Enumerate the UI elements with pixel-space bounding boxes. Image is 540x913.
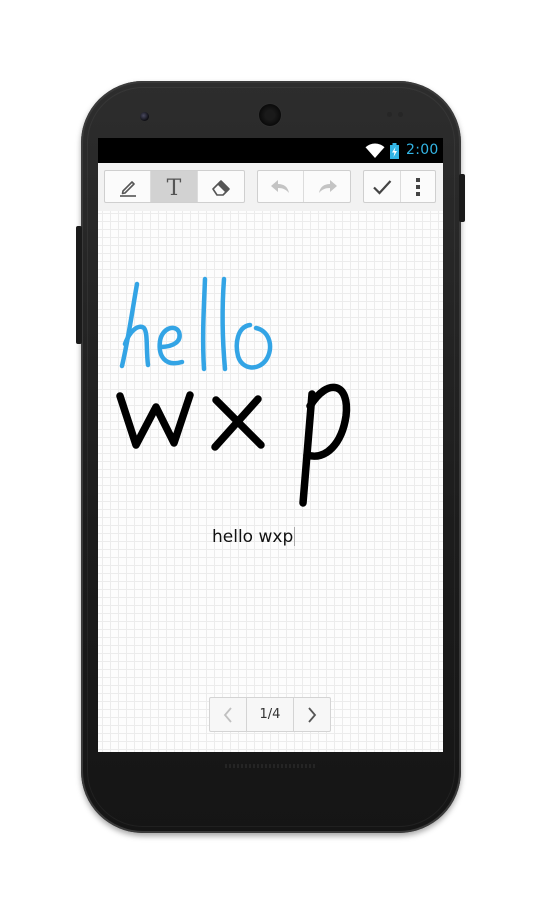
text-icon: T	[167, 176, 182, 199]
chevron-left-icon	[223, 706, 232, 723]
text-tool-button[interactable]: T	[151, 171, 198, 202]
drawing-canvas[interactable]: hello wxp 1/4	[98, 211, 443, 752]
svg-text:T: T	[167, 176, 182, 199]
eraser-tool-button[interactable]	[198, 171, 244, 202]
overflow-menu-icon	[415, 177, 420, 196]
handwriting-wxp	[116, 383, 351, 507]
drawing-tools-group: T	[104, 170, 245, 203]
handwriting-hello	[119, 276, 273, 372]
previous-page-button[interactable]	[210, 698, 247, 731]
chevron-right-icon	[308, 706, 317, 723]
light-sensor	[398, 112, 403, 117]
text-cursor	[294, 527, 296, 546]
checkmark-icon	[373, 179, 392, 195]
eraser-icon	[212, 179, 230, 196]
status-clock: 2:00	[406, 142, 439, 158]
page-indicator: 1/4	[259, 707, 281, 722]
screen: 2:00 T hello wxp 1/4	[98, 138, 443, 752]
proximity-sensor	[387, 112, 392, 117]
front-camera	[140, 112, 149, 121]
pen-icon	[119, 180, 136, 197]
undo-icon	[270, 179, 289, 193]
volume-button	[76, 226, 82, 344]
overflow-menu-button[interactable]	[401, 171, 435, 202]
redo-icon	[319, 179, 337, 193]
handwriting-layer	[116, 276, 351, 507]
pen-tool-button[interactable]	[105, 171, 152, 202]
undo-button[interactable]	[258, 171, 305, 202]
battery-charging-icon	[390, 143, 399, 159]
next-page-button[interactable]	[293, 698, 330, 731]
actions-group	[363, 170, 436, 203]
typed-text: hello wxp	[212, 527, 294, 547]
history-group	[257, 170, 351, 203]
bottom-speaker-grille	[225, 764, 317, 768]
status-bar: 2:00	[98, 138, 443, 163]
redo-button[interactable]	[304, 171, 350, 202]
page-navigator: 1/4	[209, 697, 331, 732]
done-button[interactable]	[364, 171, 401, 202]
typed-text-box[interactable]: hello wxp	[212, 527, 296, 547]
toolbar: T	[98, 163, 443, 211]
power-button	[459, 174, 465, 222]
earpiece-speaker	[259, 104, 281, 126]
wifi-icon	[365, 143, 385, 158]
